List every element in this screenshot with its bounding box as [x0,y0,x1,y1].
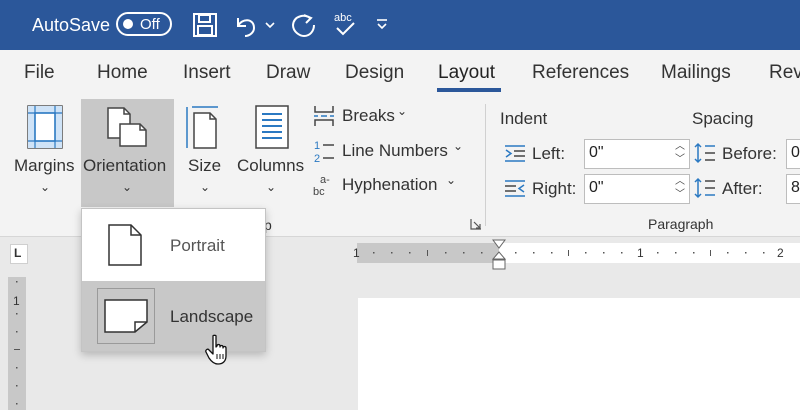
indent-right-icon [505,180,525,197]
document-page[interactable] [358,298,800,410]
toggle-knob [123,19,133,29]
size-icon[interactable] [184,104,222,150]
indent-left-label: Left: [532,144,566,163]
orientation-chevron-icon[interactable]: ⌄ [122,180,132,194]
hyphenation-icon[interactable]: a- bc [312,172,338,198]
spacing-after-input[interactable]: 8 [786,174,800,204]
svg-text:1: 1 [314,140,320,152]
svg-text:abc: abc [334,12,352,24]
spacing-before-label: Before: [722,144,777,163]
columns-icon[interactable] [254,104,290,150]
redo-icon[interactable] [288,10,318,40]
orientation-label[interactable]: Orientation [83,156,166,176]
orientation-icon[interactable] [104,104,150,150]
indent-left-spin-up-icon[interactable]: ︿ [675,142,685,152]
indent-right-spin-down-icon[interactable]: ﹀ [675,190,685,200]
svg-text:a-: a- [320,174,330,186]
portrait-option[interactable]: Portrait [170,236,225,256]
hyphenation-button[interactable]: Hyphenation [342,175,437,195]
margins-chevron-icon[interactable]: ⌄ [40,180,50,194]
undo-icon[interactable] [232,12,260,38]
columns-label[interactable]: Columns [237,156,304,176]
vertical-ruler-ticks [14,281,20,405]
spelling-icon[interactable]: abc [332,10,358,40]
tab-draw[interactable]: Draw [266,62,310,84]
spacing-before-icon [694,142,715,164]
indent-title: Indent [500,109,548,128]
indent-left-spin-down-icon[interactable]: ﹀ [675,155,685,165]
margins-label[interactable]: Margins [14,156,74,176]
page-setup-launcher-icon[interactable] [470,218,482,230]
tab-selector[interactable]: L [10,244,28,264]
ruler-ticks [373,250,765,256]
spacing-title: Spacing [692,109,754,128]
line-numbers-icon[interactable]: 1 2 [312,138,336,164]
spacing-after-label: After: [722,179,763,198]
tab-mailings[interactable]: Mailings [661,62,731,84]
margins-icon[interactable] [26,104,64,150]
size-chevron-icon[interactable]: ⌄ [200,180,210,194]
indent-right-spin-up-icon[interactable]: ︿ [675,177,685,187]
autosave-toggle[interactable]: Off [116,12,172,36]
columns-chevron-icon[interactable]: ⌄ [266,180,276,194]
tab-selector-glyph: L [14,246,22,260]
line-numbers-button[interactable]: Line Numbers [342,141,448,161]
svg-text:2: 2 [314,153,320,164]
tab-file[interactable]: File [24,62,55,84]
save-icon[interactable] [192,12,218,38]
toggle-state-label: Off [140,16,160,33]
group-separator [485,104,486,226]
indent-right-label: Right: [532,179,577,198]
tab-layout[interactable]: Layout [438,62,495,84]
spacing-after-icon [694,177,715,199]
tab-insert[interactable]: Insert [183,62,231,84]
spacing-before-input[interactable]: 0 [786,139,800,169]
portrait-icon[interactable] [106,222,144,268]
tab-references[interactable]: References [532,62,629,84]
autosave-label: AutoSave [32,15,111,35]
tab-home[interactable]: Home [97,62,148,84]
hyphenation-chevron-icon[interactable]: ⌄ [446,173,456,187]
indent-left-icon [505,145,525,162]
undo-dropdown-chevron-icon[interactable] [264,20,276,30]
landscape-icon[interactable] [102,297,150,335]
breaks-button[interactable]: Breaks [342,106,395,126]
indent-marker-icon[interactable] [492,239,506,271]
customize-qat-icon[interactable] [374,16,390,32]
svg-text:bc: bc [313,186,325,198]
tab-review[interactable]: Rev [769,62,800,84]
landscape-option[interactable]: Landscape [170,307,253,327]
active-tab-indicator [437,88,501,92]
size-label[interactable]: Size [188,156,221,176]
hand-pointer-cursor-icon [205,334,227,365]
paragraph-group-label: Paragraph [648,216,714,232]
tab-design[interactable]: Design [345,62,404,84]
breaks-icon[interactable] [312,104,336,128]
line-numbers-chevron-icon[interactable]: ⌄ [453,139,463,153]
breaks-chevron-icon[interactable]: ⌄ [397,104,407,118]
